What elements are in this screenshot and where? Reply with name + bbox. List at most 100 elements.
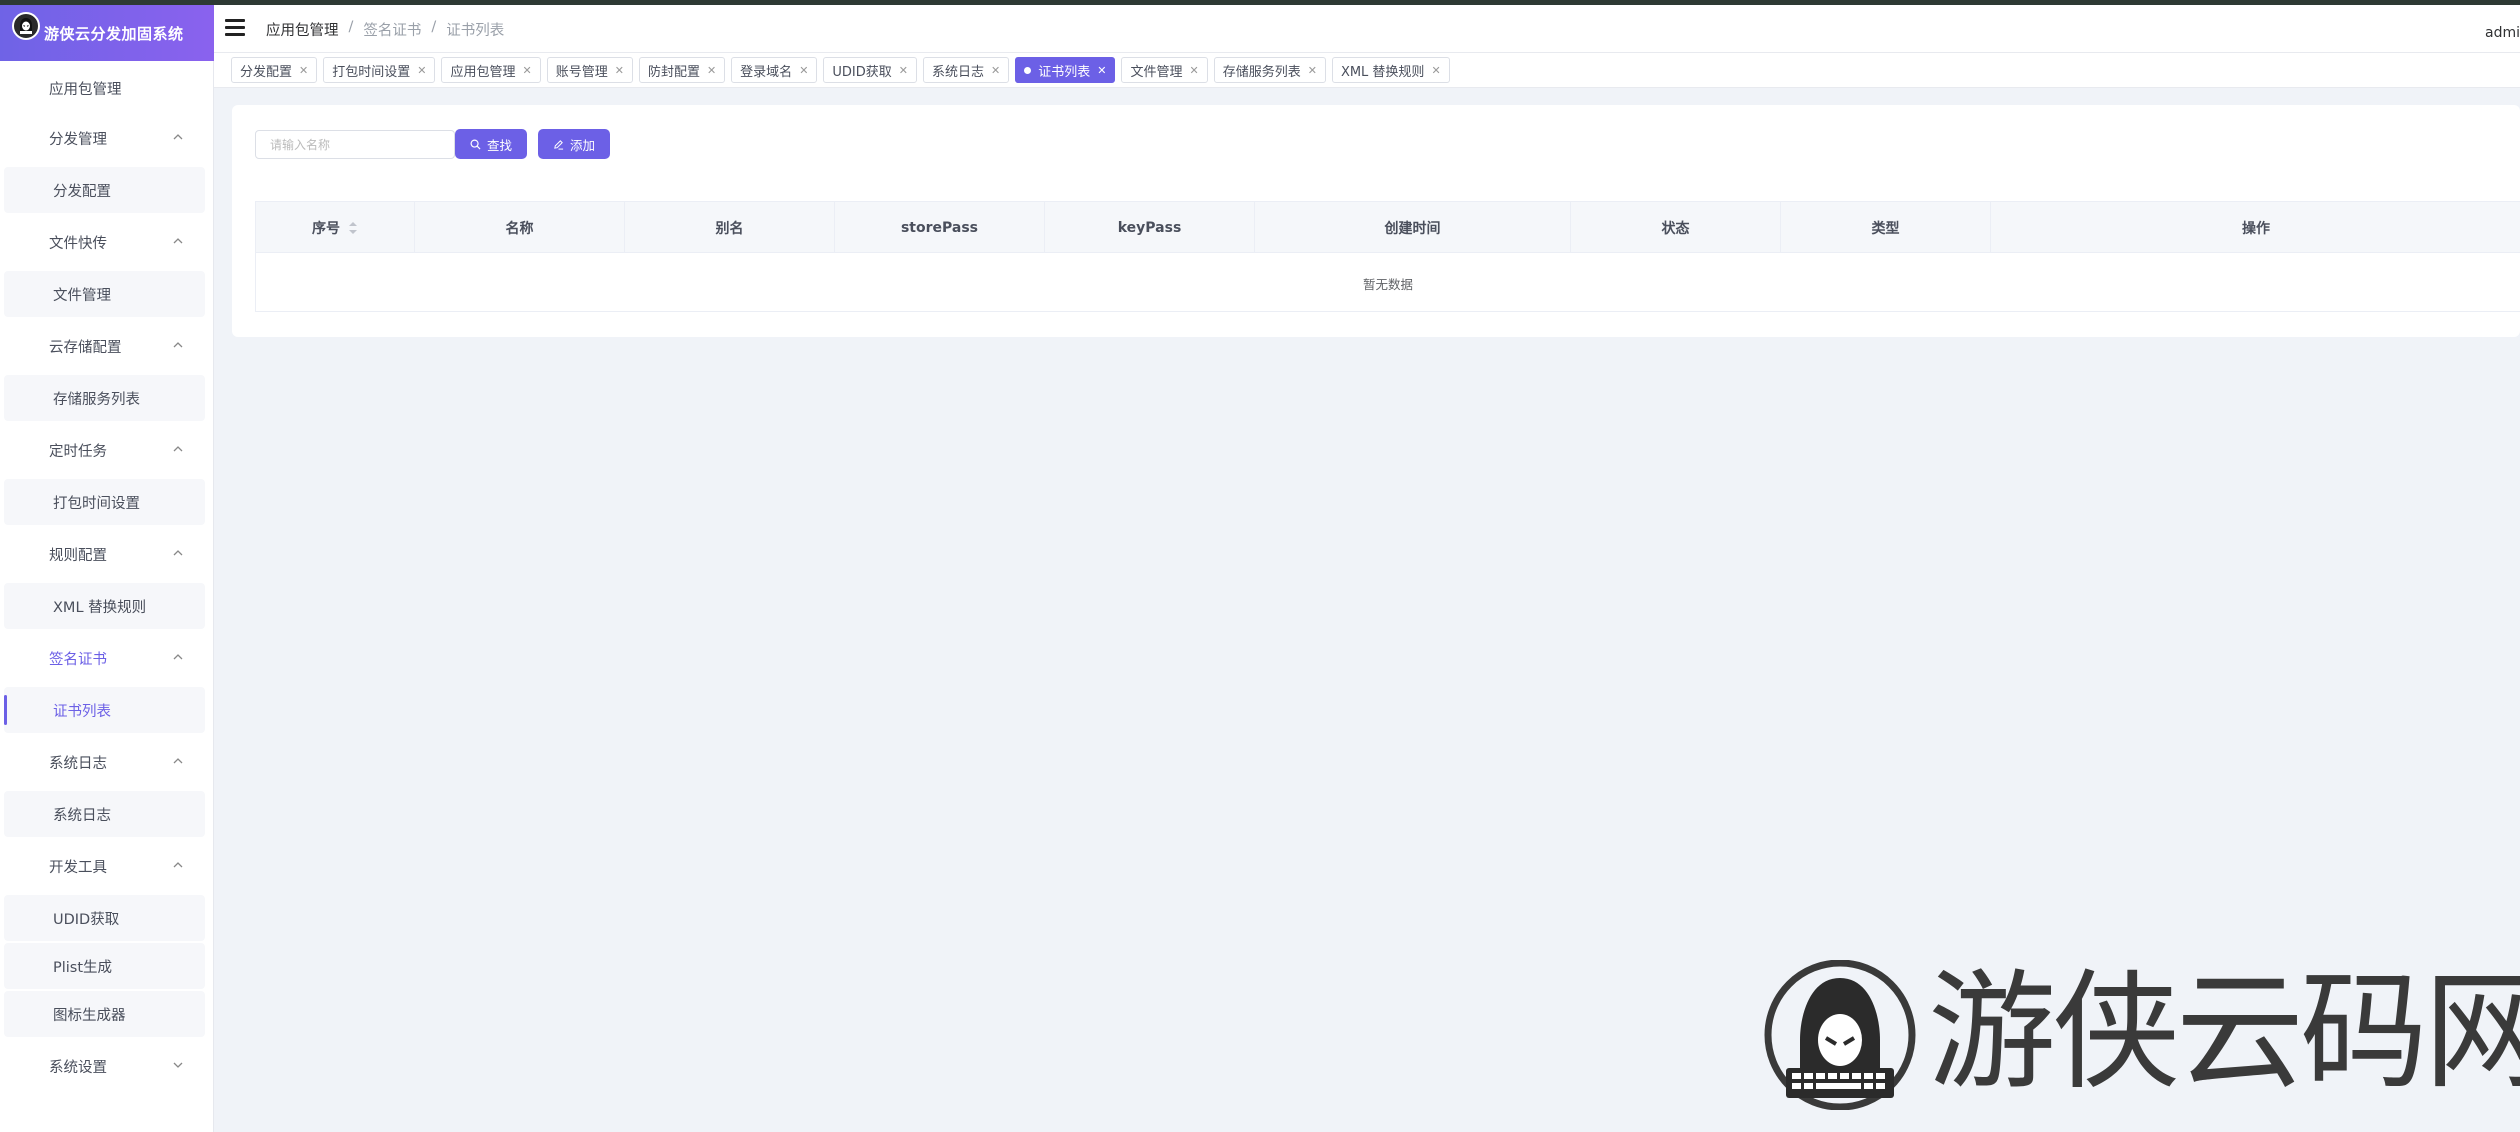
sidebar-item-label: XML 替换规则 (53, 599, 147, 616)
sidebar: 游侠云分发加固系统 应用包管理 分发管理 分发配置 文件快传 文件管理 云存储配… (0, 0, 214, 1132)
tab-label: 打包时间设置 (332, 64, 411, 80)
sidebar-group-scheduled-tasks[interactable]: 定时任务 (0, 427, 214, 473)
chevron-up-icon (173, 342, 183, 348)
find-button[interactable]: 查找 (455, 129, 528, 159)
column-header-actions: 操作 (1991, 202, 2520, 253)
content-card: 查找 添加 序号 名称 别名 storePass keyPass 创建时间 状态… (232, 105, 2520, 337)
tab-udid[interactable]: UDID获取 ✕ (823, 57, 917, 83)
sidebar-item-xml-rules[interactable]: XML 替换规则 (4, 583, 205, 629)
close-icon[interactable]: ✕ (1308, 64, 1317, 77)
sidebar-item-label: 分发配置 (53, 183, 111, 200)
sidebar-item-label: 定时任务 (49, 443, 107, 460)
tab-login-domain[interactable]: 登录域名 ✕ (731, 57, 818, 83)
cert-table: 序号 名称 别名 storePass keyPass 创建时间 状态 类型 操作… (255, 201, 2520, 312)
active-dot-icon (1024, 66, 1032, 74)
column-label: 状态 (1661, 220, 1690, 237)
column-label: 序号 (312, 220, 340, 237)
tab-app-package[interactable]: 应用包管理 ✕ (441, 57, 541, 83)
sidebar-item-system-log[interactable]: 系统日志 (4, 791, 205, 837)
sidebar-item-cert-list[interactable]: 证书列表 (4, 687, 205, 733)
sidebar-item-app-package[interactable]: 应用包管理 (0, 65, 214, 111)
sidebar-group-system-settings[interactable]: 系统设置 (0, 1043, 214, 1089)
tab-cert-list[interactable]: 证书列表 ✕ (1015, 57, 1116, 83)
tab-label: 防封配置 (647, 64, 700, 80)
table-header: 序号 名称 别名 storePass keyPass 创建时间 状态 类型 操作 (256, 202, 2520, 253)
sidebar-group-distribution[interactable]: 分发管理 (0, 115, 214, 161)
column-header-type: 类型 (1781, 202, 1991, 253)
close-icon[interactable]: ✕ (899, 64, 908, 77)
sidebar-item-label: 打包时间设置 (53, 495, 140, 512)
tab-label: 系统日志 (932, 64, 985, 80)
close-icon[interactable]: ✕ (1189, 64, 1198, 77)
button-label: 查找 (487, 137, 513, 153)
close-icon[interactable]: ✕ (707, 64, 716, 77)
chevron-up-icon (173, 238, 183, 244)
column-label: 名称 (505, 220, 534, 237)
sidebar-group-file-transfer[interactable]: 文件快传 (0, 219, 214, 265)
brand-header[interactable]: 游侠云分发加固系统 (0, 5, 214, 61)
search-icon (470, 139, 481, 150)
chevron-up-icon (173, 862, 183, 868)
sidebar-group-signing-cert[interactable]: 签名证书 (0, 635, 214, 681)
close-icon[interactable]: ✕ (522, 64, 531, 77)
sidebar-group-rules[interactable]: 规则配置 (0, 531, 214, 577)
tab-file-management[interactable]: 文件管理 ✕ (1121, 57, 1208, 83)
sidebar-item-label: 系统日志 (49, 755, 107, 772)
tab-xml-rules[interactable]: XML 替换规则 ✕ (1331, 57, 1450, 83)
sidebar-item-file-management[interactable]: 文件管理 (4, 271, 205, 317)
close-icon[interactable]: ✕ (299, 64, 308, 77)
sidebar-item-label: 证书列表 (53, 703, 111, 720)
close-icon[interactable]: ✕ (991, 64, 1000, 77)
tab-distribution-config[interactable]: 分发配置 ✕ (231, 57, 318, 83)
hooded-hacker-logo-icon (1764, 960, 1916, 1110)
column-header-index[interactable]: 序号 (256, 202, 415, 253)
menu-toggle-icon[interactable] (225, 19, 245, 37)
sidebar-group-dev-tools[interactable]: 开发工具 (0, 843, 214, 889)
button-label: 添加 (570, 137, 596, 153)
app-title: 游侠云分发加固系统 (44, 24, 184, 43)
breadcrumb-item[interactable]: 应用包管理 (266, 19, 339, 40)
sidebar-group-system-log[interactable]: 系统日志 (0, 739, 214, 785)
column-label: 类型 (1871, 220, 1900, 237)
tags-view-bar: 分发配置 ✕ 打包时间设置 ✕ 应用包管理 ✕ 账号管理 ✕ 防封配置 ✕ 登录域名 ✕ U… (214, 53, 2520, 88)
tab-label: 应用包管理 (450, 64, 516, 80)
sidebar-item-label: 云存储配置 (49, 339, 122, 356)
tab-system-log[interactable]: 系统日志 ✕ (923, 57, 1010, 83)
sidebar-item-storage-list[interactable]: 存储服务列表 (4, 375, 205, 421)
add-button[interactable]: 添加 (538, 129, 611, 159)
chevron-up-icon (173, 446, 183, 452)
tab-storage-list[interactable]: 存储服务列表 ✕ (1213, 57, 1326, 83)
chevron-up-icon (173, 550, 183, 556)
tab-label: 账号管理 (555, 64, 608, 80)
name-search-input[interactable] (255, 130, 455, 159)
top-edge-line (0, 0, 2520, 5)
sidebar-item-icon-generator[interactable]: 图标生成器 (4, 991, 205, 1037)
user-menu[interactable]: admi (2485, 25, 2520, 41)
sidebar-item-label: 图标生成器 (53, 1007, 126, 1024)
close-icon[interactable]: ✕ (417, 64, 426, 77)
sidebar-item-udid[interactable]: UDID获取 (4, 895, 205, 941)
close-icon[interactable]: ✕ (1431, 64, 1440, 77)
column-label: keyPass (1117, 219, 1182, 236)
close-icon[interactable]: ✕ (615, 64, 624, 77)
top-header: 应用包管理 / 签名证书 / 证书列表 admi (214, 5, 2520, 53)
breadcrumb-separator: / (431, 19, 437, 35)
sidebar-group-cloud-storage[interactable]: 云存储配置 (0, 323, 214, 369)
close-icon[interactable]: ✕ (799, 64, 808, 77)
site-watermark: 游侠云码网 (1758, 958, 2520, 1110)
sidebar-item-distribution-config[interactable]: 分发配置 (4, 167, 205, 213)
sidebar-item-plist[interactable]: Plist生成 (4, 943, 205, 989)
tab-label: 存储服务列表 (1222, 64, 1301, 80)
sidebar-item-label: 文件管理 (53, 287, 111, 304)
tab-label: XML 替换规则 (1340, 64, 1425, 80)
column-header-alias: 别名 (625, 202, 835, 253)
close-icon[interactable]: ✕ (1097, 64, 1106, 77)
sort-icon[interactable] (348, 221, 358, 235)
tab-label: UDID获取 (832, 64, 892, 80)
breadcrumb-separator: / (348, 19, 354, 35)
sidebar-item-packaging-time[interactable]: 打包时间设置 (4, 479, 205, 525)
tab-packaging-time[interactable]: 打包时间设置 ✕ (323, 57, 436, 83)
tab-account[interactable]: 账号管理 ✕ (546, 57, 633, 83)
tab-anti-block[interactable]: 防封配置 ✕ (638, 57, 726, 83)
sidebar-item-label: 规则配置 (49, 547, 107, 564)
